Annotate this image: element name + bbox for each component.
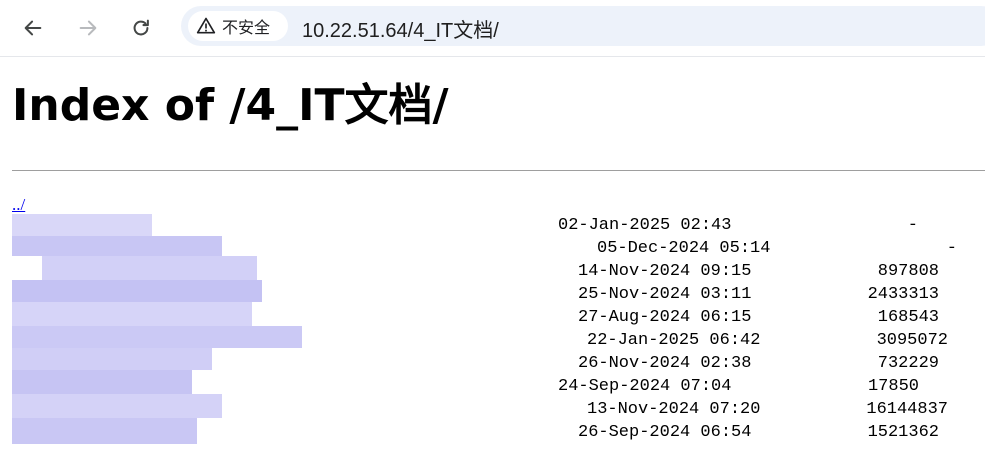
listing-row: 13-Nov-2024 07:20 16144837 [0,399,985,421]
listing-row: 02-Jan-2025 02:43 - [0,215,985,237]
row-date: 13-Nov-2024 07:20 [587,400,761,419]
listing-row: 05-Dec-2024 05:14 - [0,238,985,260]
row-size: - [907,216,918,235]
back-button[interactable] [15,10,51,46]
row-date: 25-Nov-2024 03:11 [578,285,752,304]
row-date: 02-Jan-2025 02:43 [558,216,732,235]
security-label: 不安全 [222,18,271,37]
listing-row: 25-Nov-2024 03:11 2433313 [0,284,985,306]
listing-row: 24-Sep-2024 07:04 17850 [0,376,985,398]
arrow-right-icon [79,20,97,36]
address-bar[interactable]: 不安全 10.22.51.64/4_IT文档/ [181,6,985,46]
row-size: - [946,239,957,258]
listing-row: 27-Aug-2024 06:15 168543 [0,307,985,329]
row-date: 26-Sep-2024 06:54 [578,423,752,442]
row-date: 24-Sep-2024 07:04 [558,377,732,396]
security-indicator[interactable]: 不安全 [188,11,288,41]
divider [12,170,985,171]
page-title: Index of /4_IT文档/ [12,80,449,131]
browser-toolbar: 不安全 10.22.51.64/4_IT文档/ [0,0,985,57]
row-size: 168543 [877,308,939,327]
reload-button[interactable] [123,10,159,46]
forward-button[interactable] [70,10,106,46]
row-date: 14-Nov-2024 09:15 [578,262,752,281]
row-size: 2433313 [867,285,939,304]
row-size: 897808 [877,262,939,281]
parent-directory-link[interactable]: ../ [12,195,25,215]
url-text[interactable]: 10.22.51.64/4_IT文档/ [302,14,499,43]
listing-row: 26-Nov-2024 02:38 732229 [0,353,985,375]
arrow-left-icon [24,20,42,36]
row-size: 3095072 [876,331,948,350]
row-date: 05-Dec-2024 05:14 [597,239,771,258]
row-size: 1521362 [867,423,939,442]
warning-icon [196,17,216,34]
row-size: 16144837 [866,400,948,419]
listing-row: 14-Nov-2024 09:15 897808 [0,261,985,283]
row-date: 26-Nov-2024 02:38 [578,354,752,373]
row-size: 732229 [877,354,939,373]
reload-icon [133,19,149,36]
row-date: 22-Jan-2025 06:42 [587,331,761,350]
listing-row: 22-Jan-2025 06:42 3095072 [0,330,985,352]
listing-row: 26-Sep-2024 06:54 1521362 [0,422,985,444]
row-size: 17850 [867,377,919,396]
row-date: 27-Aug-2024 06:15 [578,308,752,327]
